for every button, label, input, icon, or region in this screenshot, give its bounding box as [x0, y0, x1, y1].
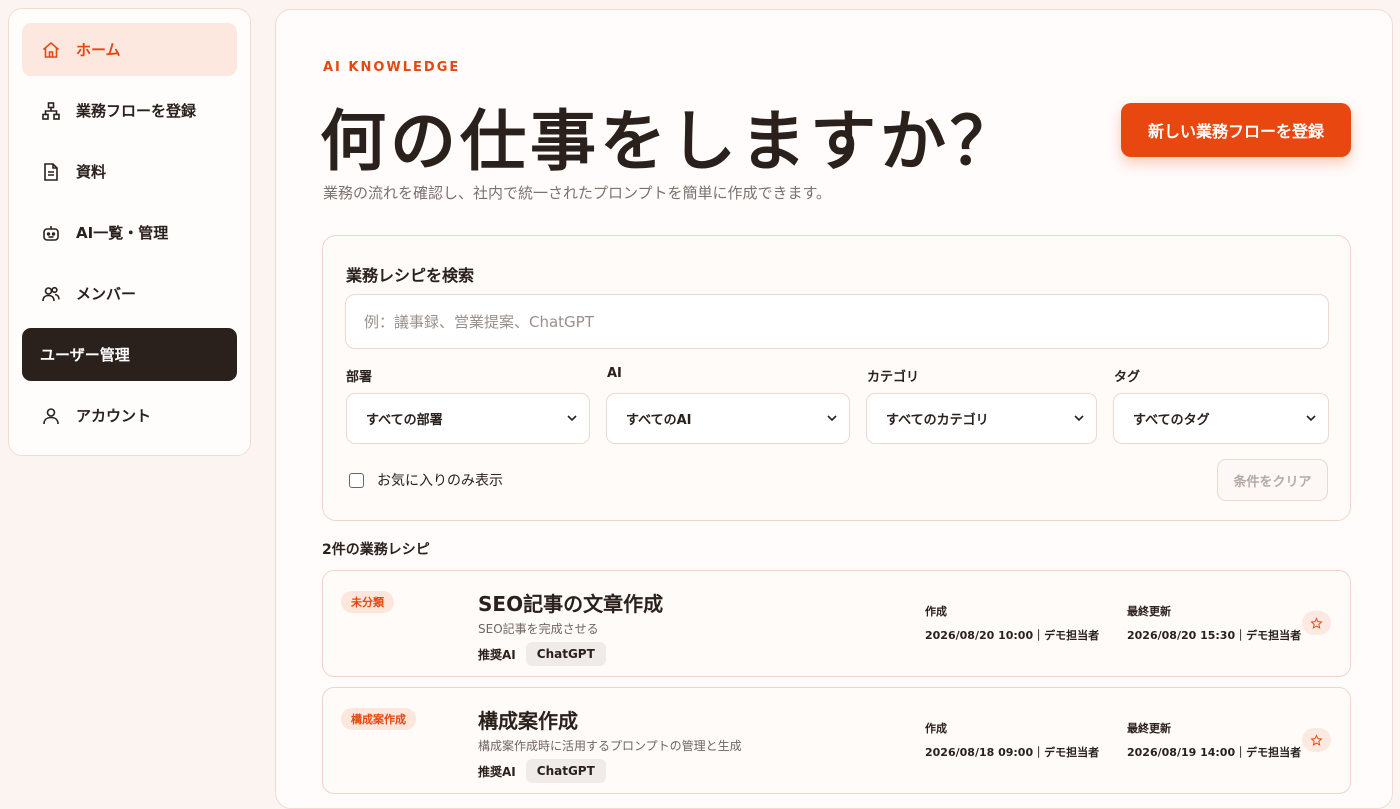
recommended-ai: 推奨AI ChatGPT [478, 642, 606, 666]
star-icon [1310, 616, 1323, 629]
home-icon [40, 39, 62, 61]
category-select-value: すべてのカテゴリ [886, 413, 989, 428]
filter-label-ai: AI [607, 366, 622, 381]
favorites-filter: お気に入りのみ表示 [349, 470, 503, 490]
recommended-ai: 推奨AI ChatGPT [478, 759, 606, 783]
updated-value: 2026/08/20 15:30｜デモ担当者 [1127, 629, 1302, 642]
updated-value: 2026/08/19 14:00｜デモ担当者 [1127, 746, 1302, 759]
sidebar-item-label: 業務フローを登録 [76, 102, 197, 120]
favorite-button[interactable] [1302, 611, 1331, 635]
recipe-description: 構成案作成時に活用するプロンプトの管理と生成 [478, 739, 742, 753]
result-count: 2件の業務レシピ [322, 542, 430, 558]
robot-icon [40, 222, 62, 244]
sidebar-item-members[interactable]: メンバー [22, 267, 237, 320]
flow-icon [40, 100, 62, 122]
filter-label-category: カテゴリ [867, 370, 920, 385]
page-subtitle: 業務の流れを確認し、社内で統一されたプロンプトを簡単に作成できます。 [323, 184, 832, 202]
star-icon [1310, 733, 1323, 746]
chevron-down-icon [567, 415, 577, 422]
department-select-value: すべての部署 [366, 413, 443, 428]
sidebar-item-label: メンバー [76, 285, 137, 303]
created-value: 2026/08/20 10:00｜デモ担当者 [925, 629, 1100, 642]
chevron-down-icon [1306, 415, 1316, 422]
filter-label-department: 部署 [346, 370, 373, 385]
favorites-label: お気に入りのみ表示 [377, 473, 503, 489]
category-badge: 構成案作成 [341, 708, 416, 730]
sidebar-item-label: アカウント [76, 407, 152, 425]
users-icon [40, 283, 62, 305]
category-select[interactable]: すべてのカテゴリ [866, 393, 1097, 444]
sidebar-item-label: ユーザー管理 [40, 346, 130, 364]
search-title: 業務レシピを検索 [346, 266, 475, 285]
sidebar: ホーム 業務フローを登録 資料 AI一覧・管理 メンバー ユーザー管理 アカウン… [8, 8, 251, 456]
updated-label: 最終更新 [1127, 722, 1171, 735]
sidebar-item-account[interactable]: アカウント [22, 389, 237, 442]
sidebar-item-home[interactable]: ホーム [22, 23, 237, 76]
user-icon [40, 405, 62, 427]
ai-chip: ChatGPT [525, 642, 606, 666]
eyebrow-label: AI KNOWLEDGE [323, 60, 461, 75]
tag-select[interactable]: すべてのタグ [1113, 393, 1329, 444]
sidebar-item-label: 資料 [76, 163, 107, 181]
updated-label: 最終更新 [1127, 605, 1171, 618]
sidebar-item-user-management[interactable]: ユーザー管理 [22, 328, 237, 381]
clear-filters-button[interactable]: 条件をクリア [1217, 459, 1328, 501]
created-value: 2026/08/18 09:00｜デモ担当者 [925, 746, 1100, 759]
recommended-ai-label: 推奨AI [478, 647, 516, 662]
ai-select-value: すべてのAI [626, 413, 692, 428]
sidebar-item-register-flow[interactable]: 業務フローを登録 [22, 84, 237, 137]
recipe-card[interactable]: 構成案作成 構成案作成 構成案作成時に活用するプロンプトの管理と生成 推奨AI … [322, 687, 1351, 794]
recipe-card[interactable]: 未分類 SEO記事の文章作成 SEO記事を完成させる 推奨AI ChatGPT … [322, 570, 1351, 677]
sidebar-item-label: ホーム [76, 41, 121, 59]
recipe-description: SEO記事を完成させる [478, 622, 599, 636]
sidebar-item-ai-list[interactable]: AI一覧・管理 [22, 206, 237, 259]
document-icon [40, 161, 62, 183]
recipe-title[interactable]: 構成案作成 [478, 705, 578, 734]
chevron-down-icon [827, 415, 837, 422]
recommended-ai-label: 推奨AI [478, 764, 516, 779]
main-panel: AI KNOWLEDGE 何の仕事をしますか？ 業務の流れを確認し、社内で統一さ… [275, 9, 1393, 809]
ai-chip: ChatGPT [525, 759, 606, 783]
new-flow-button[interactable]: 新しい業務フローを登録 [1121, 103, 1351, 157]
filter-label-tag: タグ [1114, 370, 1141, 385]
tag-select-value: すべてのタグ [1133, 413, 1210, 428]
search-panel: 業務レシピを検索 部署 すべての部署 AI すべてのAI カテゴリ すべてのカテ… [322, 235, 1351, 521]
favorite-button[interactable] [1302, 728, 1331, 752]
page-title: 何の仕事をしますか？ [320, 103, 1020, 180]
favorites-checkbox[interactable] [349, 472, 364, 488]
recipe-title[interactable]: SEO記事の文章作成 [478, 588, 663, 617]
department-select[interactable]: すべての部署 [346, 393, 590, 444]
created-label: 作成 [925, 722, 947, 735]
search-input[interactable] [345, 294, 1329, 349]
created-label: 作成 [925, 605, 947, 618]
sidebar-item-label: AI一覧・管理 [76, 224, 169, 242]
category-badge: 未分類 [341, 591, 394, 613]
ai-select[interactable]: すべてのAI [606, 393, 850, 444]
chevron-down-icon [1074, 415, 1084, 422]
sidebar-item-materials[interactable]: 資料 [22, 145, 237, 198]
